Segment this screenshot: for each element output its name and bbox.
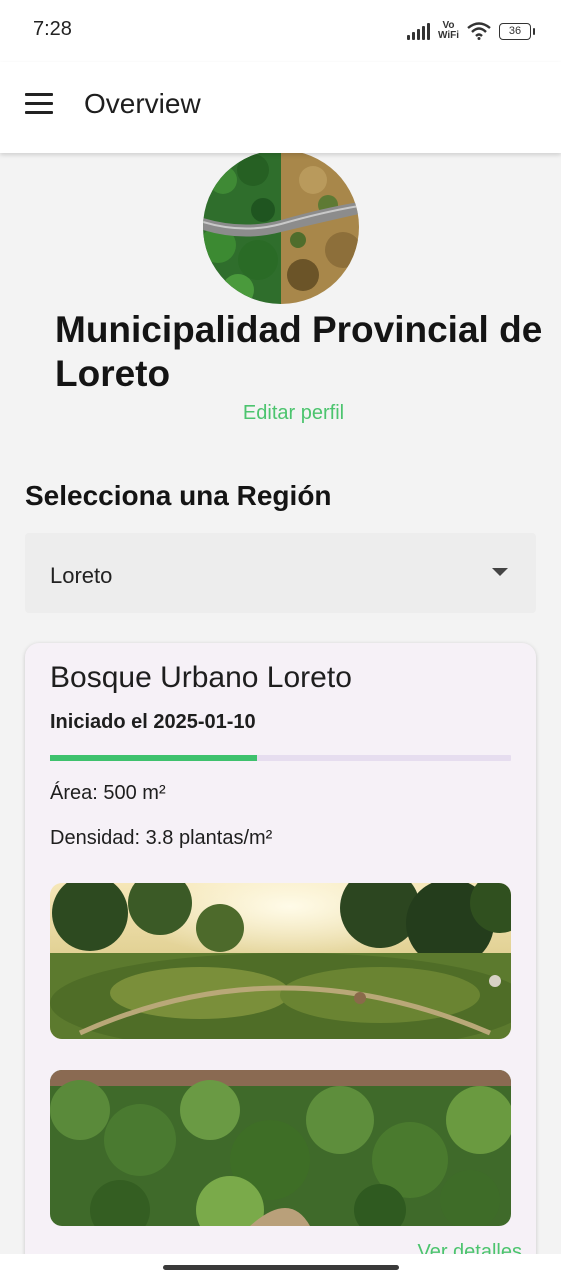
battery-level: 36 [508,24,522,37]
project-title: Bosque Urbano Loreto [50,661,352,694]
dropdown-arrow-icon [492,568,508,576]
status-icons: Vo WiFi 36 [406,16,535,46]
region-selected-value: Loreto [50,563,113,588]
project-density: Densidad: 3.8 plantas/m² [50,827,273,849]
wifi-icon [467,22,491,40]
project-card[interactable]: Bosque Urbano Loreto Iniciado el 2025-01… [25,643,536,1280]
gesture-nav-bar [0,1254,561,1280]
vowifi-icon: Vo WiFi [438,21,459,41]
progress-bar-fill [50,755,258,761]
project-area: Área: 500 m² [50,782,166,804]
edit-profile-link[interactable]: Editar perfil [0,402,561,425]
profile-name: Municipalidad Provincial de Loreto [55,309,543,394]
menu-icon[interactable] [25,93,53,115]
project-photo [50,883,511,1039]
vowifi-bottom-label: WiFi [437,30,459,41]
signal-icon [406,22,430,40]
home-handle[interactable] [163,1265,399,1270]
progress-bar [50,755,511,761]
project-start-date: Iniciado el 2025-01-10 [50,711,256,733]
battery-icon: 36 [499,22,535,40]
avatar-image [203,150,359,304]
status-time: 7:28 [33,18,72,40]
app-bar: Overview [0,62,561,153]
forest-photo-image [50,883,511,1039]
page-title: Overview [84,88,201,119]
project-photo [50,1070,511,1226]
status-bar: 7:28 Vo WiFi 36 [0,0,561,62]
profile-avatar [203,150,359,304]
region-heading: Selecciona una Región [25,480,332,511]
screen: 7:28 Vo WiFi 36 Overview Municipalidad P… [0,0,561,1280]
region-dropdown[interactable]: Loreto [25,533,536,613]
garden-photo-image [50,1070,511,1226]
